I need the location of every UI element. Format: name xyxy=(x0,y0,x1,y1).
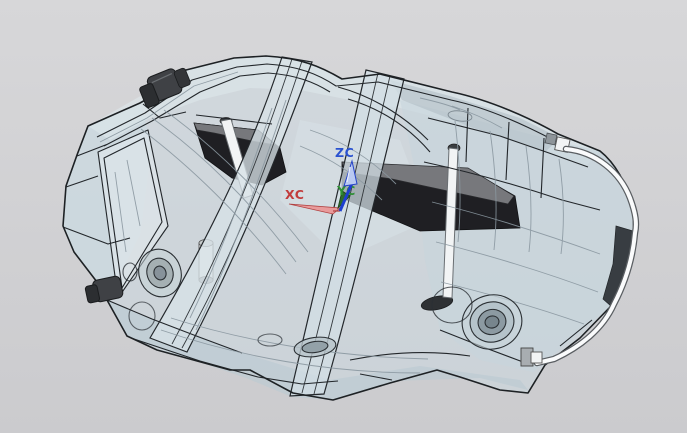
wire-anchor-gray xyxy=(545,133,557,145)
cad-viewport[interactable]: XC YC ZC xyxy=(0,0,687,433)
axis-z-label: ZC xyxy=(335,145,354,160)
axis-x-label: XC xyxy=(285,187,304,202)
graphics-window[interactable]: XC YC ZC xyxy=(0,0,687,433)
wire-anchor-bottom xyxy=(531,352,542,363)
